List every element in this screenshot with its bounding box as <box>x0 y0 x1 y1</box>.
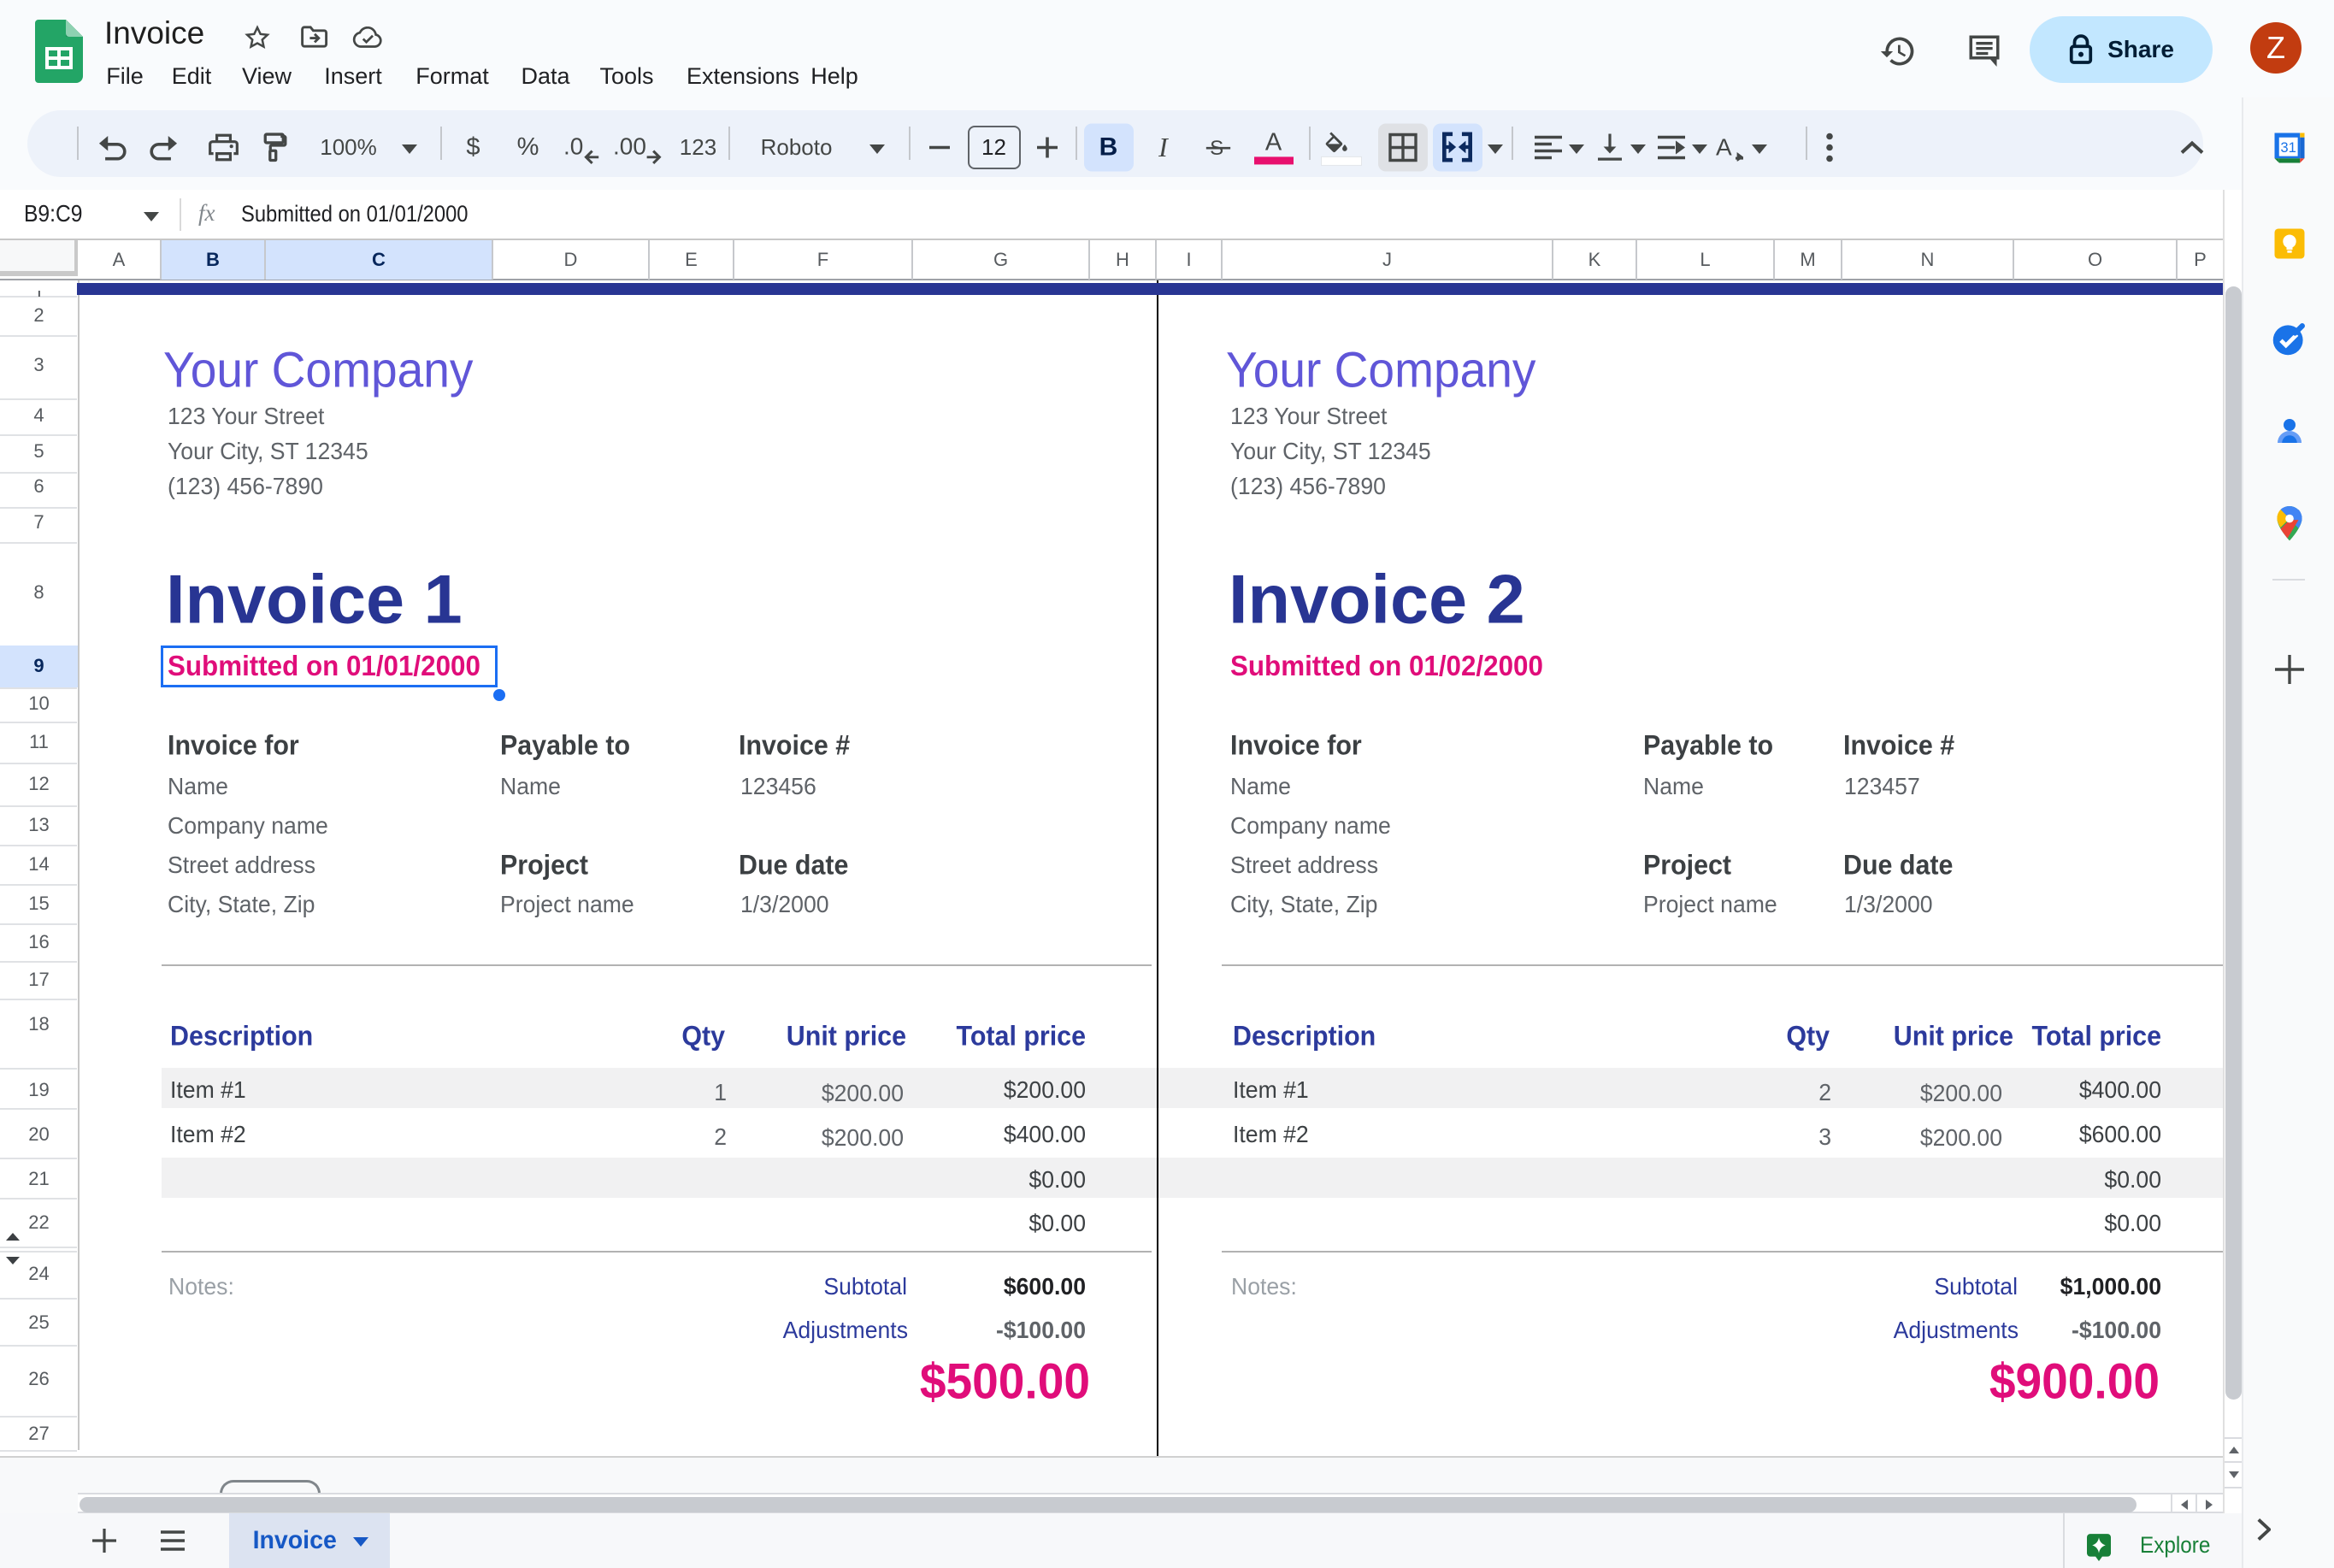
svg-text:.00: .00 <box>613 133 646 159</box>
svg-text:.0: .0 <box>563 133 583 159</box>
svg-text:A: A <box>1716 133 1732 160</box>
svg-text:31: 31 <box>2280 139 2296 156</box>
